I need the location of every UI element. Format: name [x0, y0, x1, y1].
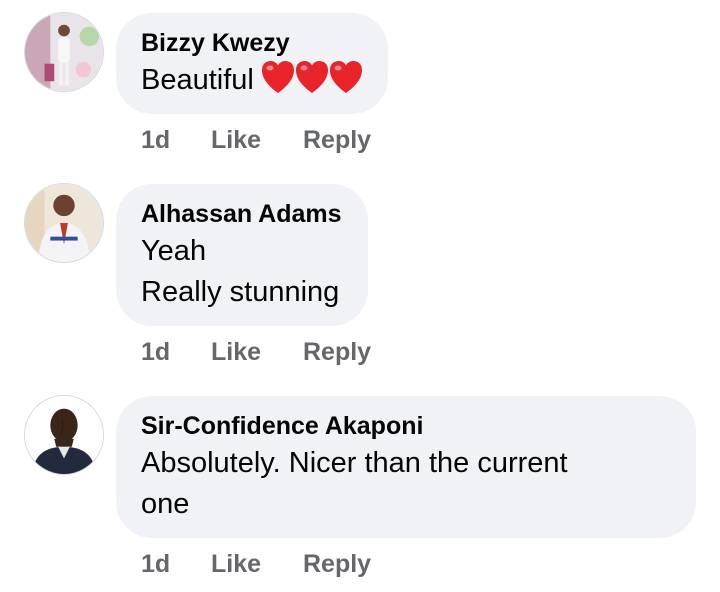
reply-button[interactable]: Reply — [303, 338, 371, 367]
comment-text-line: Yeah — [141, 235, 207, 267]
heart-emoji-icon — [295, 61, 328, 93]
like-button[interactable]: Like — [211, 126, 303, 155]
like-button[interactable]: Like — [211, 338, 303, 367]
like-button[interactable]: Like — [211, 550, 303, 579]
avatar[interactable] — [24, 12, 104, 92]
comment-bubble: Bizzy Kwezy Beautiful — [116, 13, 388, 114]
heart-emoji-icon — [261, 61, 294, 93]
comment-author[interactable]: Sir-Confidence Akaponi — [141, 409, 670, 443]
comment-text: Yeah Really stunning — [141, 231, 342, 313]
heart-emoji-icon — [329, 61, 362, 93]
comment-actions: 1d Like Reply — [141, 338, 371, 367]
avatar[interactable] — [24, 183, 104, 263]
reply-button[interactable]: Reply — [303, 126, 371, 155]
comment-text: Absolutely. Nicer than the current one — [141, 443, 670, 525]
comment-text-line: Beautiful — [141, 64, 254, 96]
comment-text: Beautiful — [141, 60, 362, 107]
comment-text-line: one — [141, 488, 190, 520]
avatar[interactable] — [24, 395, 104, 475]
comment-timestamp[interactable]: 1d — [141, 126, 211, 155]
comment-author[interactable]: Alhassan Adams — [141, 197, 342, 231]
reply-button[interactable]: Reply — [303, 550, 371, 579]
heart-emoji-icons — [261, 61, 362, 107]
comment-bubble: Sir-Confidence Akaponi Absolutely. Nicer… — [116, 396, 696, 538]
comment-thread: Bizzy Kwezy Beautiful 1d Like Reply Alha… — [0, 0, 720, 592]
comment-text-line: Really stunning — [141, 276, 340, 308]
comment-bubble: Alhassan Adams Yeah Really stunning — [116, 184, 368, 326]
comment-text-line: Absolutely. Nicer than the current — [141, 447, 568, 479]
comment-actions: 1d Like Reply — [141, 126, 371, 155]
comment-author[interactable]: Bizzy Kwezy — [141, 26, 362, 60]
comment-actions: 1d Like Reply — [141, 550, 371, 579]
comment-timestamp[interactable]: 1d — [141, 338, 211, 367]
comment-timestamp[interactable]: 1d — [141, 550, 211, 579]
